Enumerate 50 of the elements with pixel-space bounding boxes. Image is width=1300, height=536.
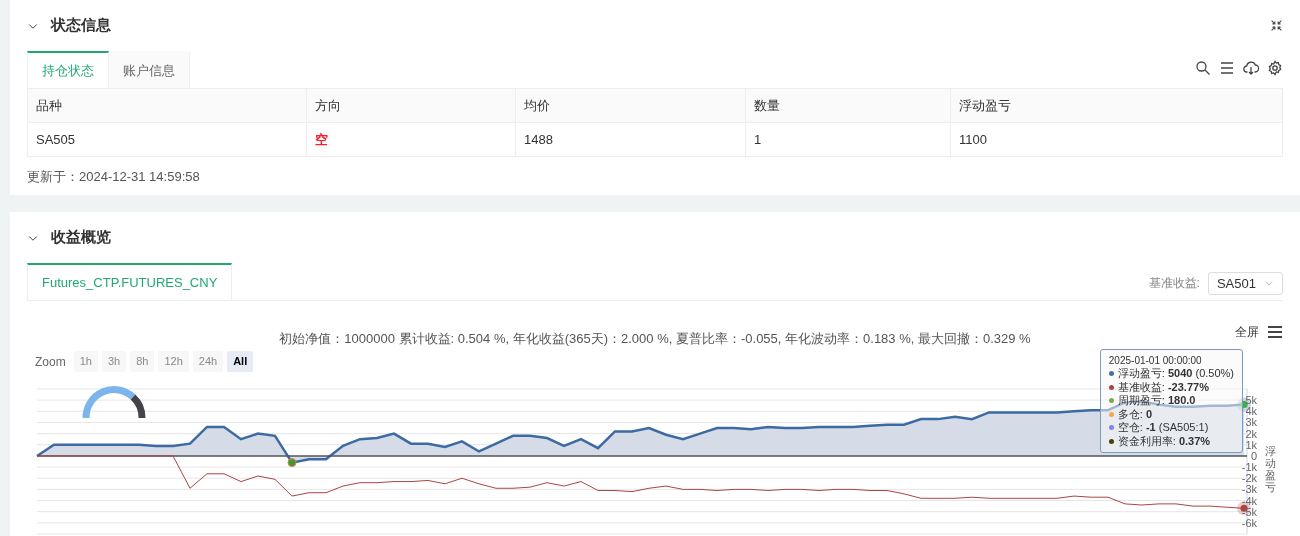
axis-tick-label: -1k bbox=[1241, 460, 1257, 473]
tab[interactable]: Futures_CTP.FUTURES_CNY bbox=[27, 263, 233, 300]
table-cell: 1488 bbox=[524, 131, 553, 147]
axis-tick-label: 1k bbox=[1245, 438, 1257, 451]
search-icon[interactable] bbox=[1195, 60, 1211, 76]
table-cell: 空 bbox=[315, 131, 328, 147]
cloud-download-icon[interactable] bbox=[1243, 60, 1259, 76]
axis-tick-label: 2k bbox=[1245, 427, 1257, 440]
settings-icon[interactable] bbox=[1267, 60, 1283, 76]
table-cell: 1100 bbox=[959, 131, 987, 147]
column-header: 数量 bbox=[745, 88, 951, 123]
point-marker bbox=[287, 457, 297, 467]
tab[interactable]: 持仓状态 bbox=[27, 51, 109, 88]
tooltip-title: 2025-01-01 00:00:00 bbox=[1108, 353, 1203, 367]
section-title: 状态信息 bbox=[51, 15, 111, 36]
axis-tick-label: -2k bbox=[1241, 471, 1257, 484]
zoom-button[interactable]: All bbox=[227, 351, 254, 372]
gauge-icon bbox=[82, 385, 146, 418]
tooltip-text: 多仓: 0 bbox=[1117, 407, 1153, 421]
axis-tick-label: -6k bbox=[1241, 516, 1257, 529]
column-header: 均价 bbox=[515, 88, 746, 123]
table-cell: 1 bbox=[754, 131, 762, 147]
axis-tick-label: -3k bbox=[1241, 482, 1257, 495]
tooltip-text: 基准收益: -23.77% bbox=[1117, 380, 1209, 394]
tab[interactable]: 账户信息 bbox=[109, 51, 190, 88]
chart-summary: 初始净值：1000000 累计收益: 0.504 %, 年化收益(365天)：2.000 %, 夏普比率：-0.055, 年化波动率：0.183 %, 最大回撤：0.329 % bbox=[279, 331, 1031, 346]
tooltip-text: 空仓: -1 (SA505:1) bbox=[1117, 421, 1209, 435]
benchmark-select[interactable]: SA501 bbox=[1207, 271, 1283, 295]
column-header: 浮动盈亏 bbox=[950, 88, 1283, 123]
tooltip-text: 周期盈亏: 180.0 bbox=[1117, 394, 1196, 408]
zoom-label: Zoom bbox=[35, 353, 66, 371]
column-header: 品种 bbox=[27, 88, 307, 123]
axis-title: 浮动盈亏 bbox=[1265, 444, 1276, 495]
axis-tick-label: -5k bbox=[1241, 505, 1257, 518]
compress-icon[interactable] bbox=[1270, 19, 1283, 32]
axis-tick-label: 3k bbox=[1245, 415, 1257, 428]
list-icon[interactable] bbox=[1219, 60, 1235, 76]
menu-icon[interactable] bbox=[1267, 324, 1283, 340]
tooltip-text: 浮动盈亏: 5040 (0.50%) bbox=[1117, 367, 1234, 381]
tooltip-text: 资金利用率: 0.37% bbox=[1117, 434, 1211, 448]
axis-tick-label: 4k bbox=[1245, 404, 1257, 417]
updated-time: 更新于：2024-12-31 14:59:58 bbox=[27, 168, 201, 186]
fullscreen-button[interactable]: 全屏 bbox=[1235, 323, 1259, 341]
axis-tick-label: 0 bbox=[1250, 449, 1257, 462]
section-title: 收益概览 bbox=[51, 227, 111, 248]
axis-tick-label: 5k bbox=[1245, 393, 1257, 406]
benchmark-label: 基准收益: bbox=[1148, 275, 1200, 293]
table-cell: SA505 bbox=[36, 131, 76, 147]
column-header: 方向 bbox=[306, 88, 516, 123]
axis-tick-label: -4k bbox=[1241, 494, 1257, 507]
